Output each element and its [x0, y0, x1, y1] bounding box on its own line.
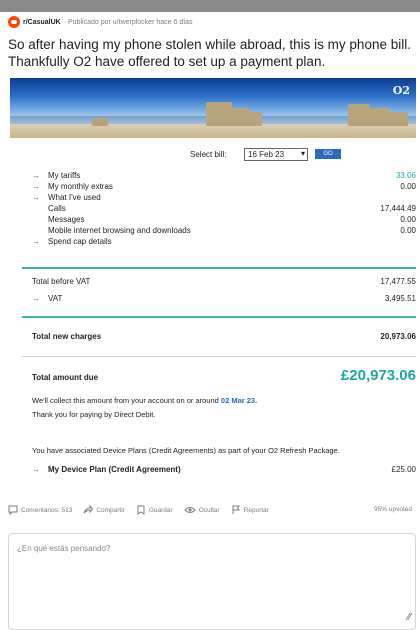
divider: [22, 316, 416, 318]
select-bill-label: Select bill:: [190, 150, 227, 159]
share-label: Compartir: [96, 506, 125, 514]
o2-logo: O2: [392, 84, 410, 97]
bill-selector: Select bill: 16 Feb 23 GO: [10, 148, 416, 162]
device-plan-note: You have associated Device Plans (Credit…: [32, 446, 340, 455]
total-before-vat-amount: 17,477.55: [380, 277, 416, 286]
author-link[interactable]: u/twerplocker: [113, 19, 155, 26]
eye-icon: [184, 507, 196, 513]
bill-date-select[interactable]: 16 Feb 23: [244, 148, 308, 161]
flag-icon: [232, 505, 240, 514]
thanks-note: Thank you for paying by Direct Debit.: [32, 410, 156, 419]
upvote-ratio: 95% upvoted: [374, 506, 412, 513]
share-button[interactable]: Compartir: [83, 505, 125, 515]
collect-note: We'll collect this amount from your acco…: [32, 394, 416, 407]
line-label: Messages: [48, 215, 85, 224]
line-amount: 17,444.49: [380, 204, 416, 213]
report-label: Reportar: [243, 506, 269, 514]
save-label: Guardar: [148, 506, 173, 514]
device-plan-label: My Device Plan (Credit Agreement): [48, 465, 181, 474]
resize-handle-icon[interactable]: ⁄⁄: [408, 612, 411, 623]
bill-image[interactable]: O2 Select bill: 16 Feb 23 GO → My tariff…: [10, 78, 416, 491]
line-label: Mobile internet browsing and downloads: [48, 226, 191, 235]
line-label: Calls: [48, 204, 66, 213]
comment-icon: [8, 505, 18, 515]
total-due-amount: £20,973.06: [340, 367, 416, 384]
post-meta: r/CasualUK · Publicado por u/twerplocker…: [8, 14, 193, 30]
line-label: My tariffs: [48, 171, 81, 180]
published-prefix: · Publicado por: [63, 18, 111, 26]
collect-text: We'll collect this amount from your acco…: [32, 396, 219, 405]
subreddit-link[interactable]: r/CasualUK: [23, 19, 61, 26]
total-due-label: Total amount due: [32, 373, 99, 382]
line-amount: 33.06: [395, 171, 416, 180]
post-title[interactable]: So after having my phone stolen while ab…: [8, 36, 416, 70]
arrow-right-icon: →: [32, 182, 40, 191]
browser-top-strip: [0, 0, 420, 12]
comment-input[interactable]: ¿En qué estás pensando? ⁄⁄: [8, 533, 416, 630]
line-label: What I've used: [48, 193, 101, 202]
vat-label: VAT: [48, 294, 63, 303]
comments-button[interactable]: Comentarios: 513: [8, 505, 72, 515]
go-button[interactable]: GO: [315, 149, 341, 159]
divider: [22, 356, 416, 357]
bookmark-icon: [137, 505, 145, 515]
total-new-charges-amount: 20,973.06: [380, 332, 416, 341]
comment-placeholder: ¿En qué estás pensando?: [17, 544, 111, 553]
post-time: hace 6 días: [156, 18, 193, 26]
arrow-right-icon: →: [32, 171, 40, 180]
arrow-right-icon: →: [32, 237, 40, 246]
total-before-vat-label: Total before VAT: [32, 277, 91, 286]
hide-button[interactable]: Ocultar: [184, 505, 220, 515]
share-icon: [83, 505, 94, 514]
arrow-right-icon: →: [32, 465, 40, 474]
save-button[interactable]: Guardar: [136, 505, 173, 515]
arrow-right-icon: →: [32, 193, 40, 202]
total-new-charges-label: Total new charges: [32, 332, 102, 341]
collect-date: 02 Mar 23.: [220, 396, 258, 405]
arrow-right-icon: →: [32, 294, 40, 303]
line-label: My monthly extras: [48, 182, 113, 191]
line-amount: 0.00: [400, 215, 416, 224]
line-label: Spend cap details: [48, 237, 112, 246]
line-amount: 0.00: [400, 182, 416, 191]
comments-label: Comentarios: 513: [21, 506, 73, 514]
vat-amount: 3,495.51: [384, 294, 416, 303]
device-plan-amount: £25.00: [391, 465, 416, 474]
subreddit-avatar-icon[interactable]: [8, 16, 20, 28]
post-actions-bar: Comentarios: 513 Compartir Guardar Ocult…: [8, 500, 420, 520]
divider: [22, 267, 416, 269]
report-button[interactable]: Reportar: [231, 505, 269, 515]
o2-banner: O2: [10, 78, 416, 138]
hide-label: Ocultar: [198, 506, 220, 514]
line-amount: 0.00: [400, 226, 416, 235]
